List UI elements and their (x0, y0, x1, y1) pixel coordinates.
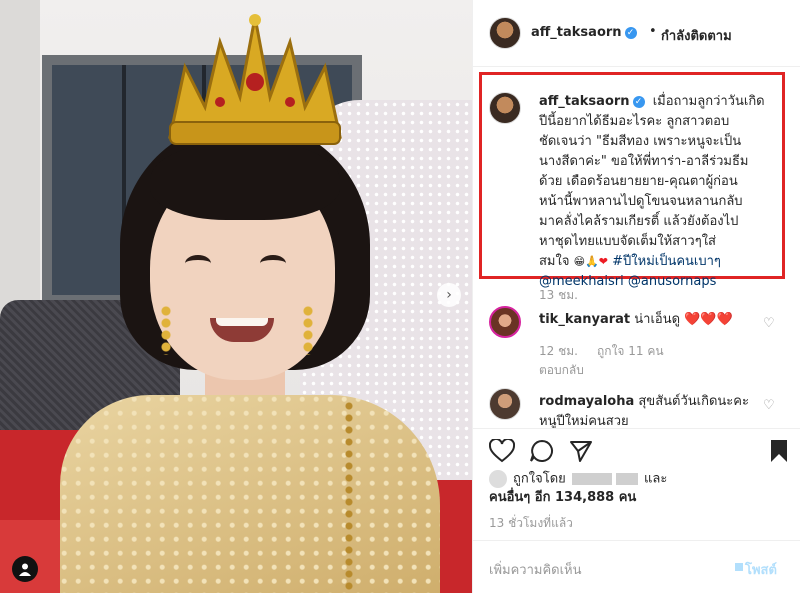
pray-emoji-icon: 🙏 (585, 255, 599, 268)
earring-right (302, 305, 314, 355)
blurred-username (615, 473, 638, 485)
hashtag-link[interactable]: #ปีใหม่เป็นคนเบาๆ (612, 254, 721, 269)
bookmark-icon[interactable] (769, 439, 789, 463)
caption-line: สมใจ (539, 254, 570, 269)
likes-summary: ถูกใจโดย และ คนอื่นๆ อีก 134,888 คน (489, 470, 789, 507)
girl-eye-left (185, 255, 211, 272)
add-comment-bar: เพิ่มความคิดเห็น โพสต์ (473, 540, 800, 594)
gold-crown (168, 14, 342, 145)
comment-username[interactable]: rodmayaloha (539, 394, 634, 409)
post-side-panel: aff_taksaorn ✓ • กำลังติดตาม aff_taksaorn… (472, 0, 800, 593)
girl-eye-right (260, 255, 286, 272)
blurred-username (571, 473, 612, 485)
gold-thai-dress (60, 395, 440, 593)
dress-buttons (345, 400, 353, 590)
comment-likes[interactable]: ถูกใจ 11 คน (597, 344, 664, 358)
reply-button[interactable]: ตอบกลับ (539, 363, 584, 377)
caption-line: นางสีดาค่ะ" ขอให้พี่ทาร่า-อาลีร่วมธีม (539, 154, 749, 169)
post-caption: aff_taksaorn ✓ เมื่อถามลูกว่าวันเกิด ปีนี… (539, 92, 771, 292)
comment-body: rodmayaloha สุขสันต์วันเกิดนะคะหนูปีใหม่… (539, 392, 749, 432)
liked-by-label: ถูกใจโดย (513, 471, 566, 487)
caption-time: 13 ชม. (539, 288, 578, 302)
grin-emoji-icon: 😁 (573, 255, 586, 268)
share-icon[interactable] (569, 439, 593, 463)
avatar (489, 470, 507, 488)
heart-outline-icon[interactable] (489, 439, 515, 463)
separator-dot: • (649, 24, 657, 39)
post-button[interactable]: โพสต์ (745, 559, 777, 580)
caption-line: หาชุดไทยแบบจัดเต็มให้สาวๆใส่ (539, 234, 716, 249)
heart-emoji-icon: ❤ (598, 255, 608, 268)
post-photo[interactable]: › (0, 0, 472, 593)
following-button[interactable]: กำลังติดตาม (661, 25, 732, 46)
post-time-ago[interactable]: 13 ชั่วโมงที่แล้ว (489, 514, 573, 533)
comment-username[interactable]: tik_kanyarat (539, 312, 630, 327)
comment-time: 12 ชม. (539, 344, 578, 358)
comment-text: น่าเอ็นดู (634, 312, 681, 327)
girl-teeth (216, 318, 268, 326)
avatar[interactable] (489, 306, 521, 338)
caption-line: ปีนี้อยากได้ธีมอะไรคะ ลูกสาวตอบ (539, 114, 730, 129)
girl-bangs (150, 140, 340, 220)
avatar[interactable] (489, 388, 521, 420)
caption-line: ชัดเจนว่า "ธีมสีทอง เพราะหนูจะเป็น (539, 134, 742, 149)
heart-outline-icon[interactable]: ♡ (763, 398, 775, 413)
caption-avatar[interactable] (489, 92, 521, 124)
avatar[interactable] (489, 17, 521, 49)
user-tag-icon[interactable] (12, 556, 38, 582)
hearts-emoji-icon: ❤️❤️❤️ (684, 312, 733, 327)
caption-line: มาคลั่งไคล้รามเกียรติ์ แล้วยังต้องไป (539, 214, 739, 229)
heart-outline-icon[interactable]: ♡ (763, 316, 775, 331)
chevron-right-icon[interactable]: › (437, 283, 461, 307)
verified-badge-icon: ✓ (632, 95, 645, 108)
action-bar (473, 428, 800, 469)
post-button-marker (735, 563, 743, 571)
caption-line: หน้านี้พาหลานไปดูโขนจนหลานกลับ (539, 194, 743, 209)
verified-badge-icon: ✓ (624, 26, 637, 39)
comment-meta: 12 ชม. ถูกใจ 11 คน ตอบกลับ (539, 342, 664, 380)
likes-and: และ (644, 471, 668, 487)
likes-count-link[interactable]: คนอื่นๆ อีก 134,888 คน (489, 490, 636, 505)
add-comment-input[interactable]: เพิ่มความคิดเห็น (489, 559, 582, 580)
caption-line: เมื่อถามลูกว่าวันเกิด (652, 94, 765, 109)
comment-body: tik_kanyarat น่าเอ็นดู ❤️❤️❤️ (539, 310, 749, 330)
post-header: aff_taksaorn ✓ • กำลังติดตาม (473, 0, 800, 67)
caption-line: ด้วย เดือดร้อนยายยาย-คุณตาผู้ก่อน (539, 174, 738, 189)
post-author-username[interactable]: aff_taksaorn ✓ (531, 25, 637, 40)
caption-username[interactable]: aff_taksaorn ✓ (539, 94, 645, 109)
earring-left (160, 305, 172, 355)
comment-icon[interactable] (529, 439, 555, 463)
